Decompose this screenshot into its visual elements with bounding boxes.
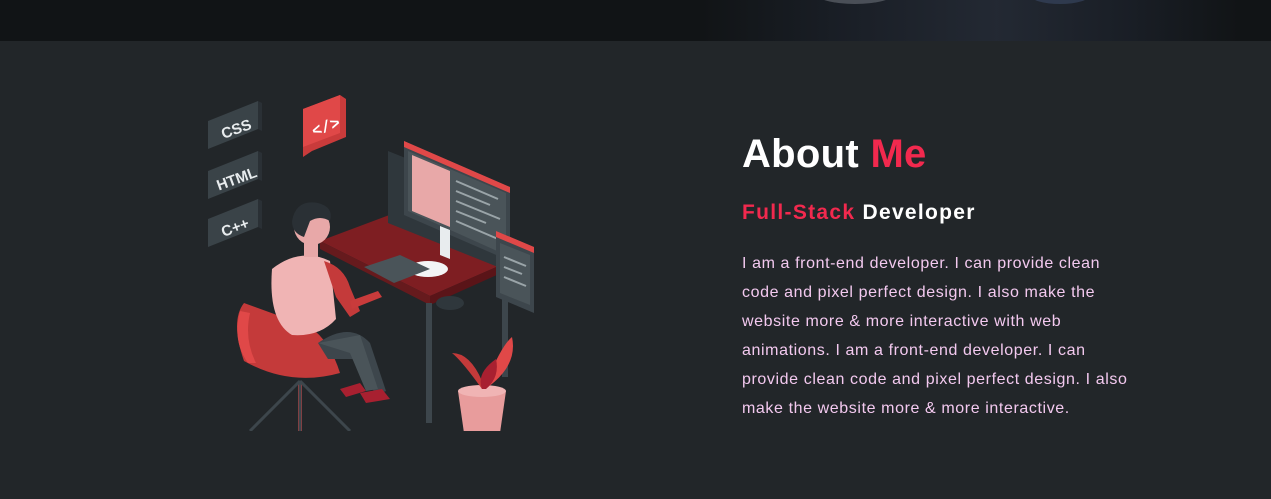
tag-css: CSS: [208, 101, 262, 149]
developer-illustration: CSS HTML C++ </>: [208, 95, 534, 431]
hero-section-bottom: [0, 0, 1271, 41]
about-subtitle-main: Developer: [862, 201, 976, 224]
tag-html: HTML: [208, 151, 262, 199]
about-title-main: About: [742, 132, 860, 176]
side-monitor: [496, 231, 534, 313]
plant: [452, 337, 513, 431]
code-badge: </>: [303, 95, 346, 157]
about-subtitle: Full-Stack Developer: [742, 202, 1162, 223]
mouse: [436, 296, 464, 310]
tag-cpp: C++: [208, 199, 262, 247]
about-subtitle-accent: Full-Stack: [742, 201, 856, 224]
hero-image-fade: [700, 0, 1240, 41]
about-content: About Me Full-Stack Developer I am a fro…: [742, 134, 1162, 423]
about-title: About Me: [742, 134, 1162, 174]
about-description: I am a front-end developer. I can provid…: [742, 255, 1128, 417]
about-section: CSS HTML C++ </> About Me Full-Stack Dev…: [0, 41, 1271, 499]
about-title-accent: Me: [870, 132, 927, 176]
